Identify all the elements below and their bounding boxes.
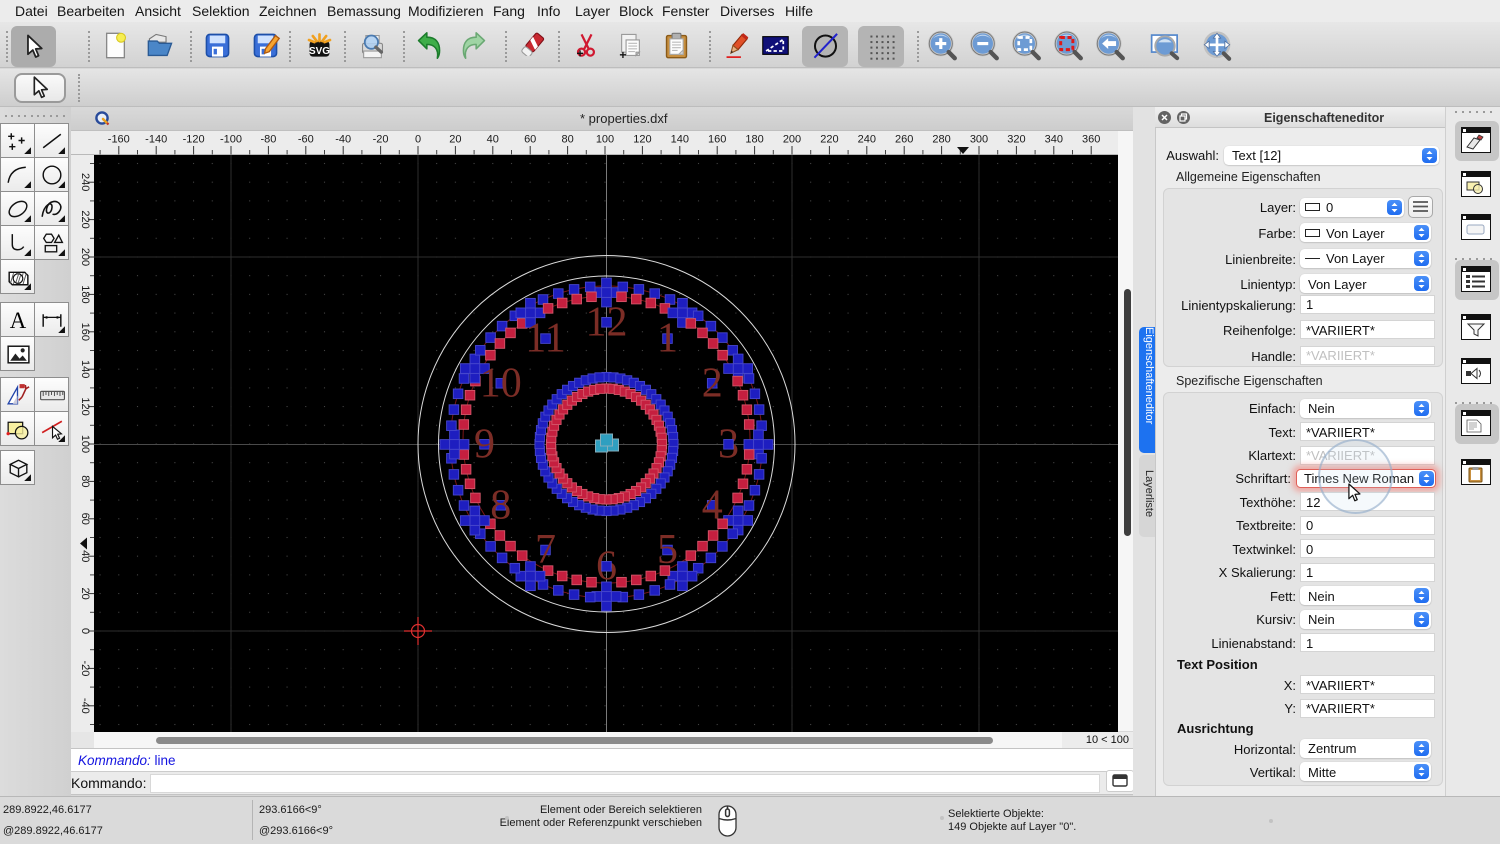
svg-text:7: 7 — [535, 527, 556, 573]
svg-text:180: 180 — [79, 285, 91, 303]
svg-text:20: 20 — [79, 587, 91, 599]
svg-text:9: 9 — [474, 421, 495, 467]
svg-text:140: 140 — [671, 134, 689, 146]
svg-text:120: 120 — [79, 397, 91, 415]
svg-text:40: 40 — [79, 550, 91, 562]
svg-text:60: 60 — [79, 512, 91, 524]
svg-text:-140: -140 — [145, 134, 167, 146]
svg-text:+: + — [619, 48, 626, 61]
svg-text:360: 360 — [1082, 134, 1100, 146]
svg-text:320: 320 — [1007, 134, 1025, 146]
svg-text:-20: -20 — [373, 134, 389, 146]
svg-text:20: 20 — [449, 134, 461, 146]
svg-text:1: 1 — [657, 315, 678, 361]
svg-text:-160: -160 — [108, 134, 130, 146]
svg-text:140: 140 — [79, 360, 91, 378]
svg-text:120: 120 — [633, 134, 651, 146]
svg-text:4: 4 — [702, 482, 723, 528]
svg-text:100: 100 — [79, 434, 91, 452]
svg-text:220: 220 — [820, 134, 838, 146]
svg-text:-20: -20 — [79, 660, 91, 676]
svg-text:SVG: SVG — [309, 46, 330, 57]
svg-text:260: 260 — [895, 134, 913, 146]
svg-text:-40: -40 — [335, 134, 351, 146]
svg-text:80: 80 — [79, 475, 91, 487]
svg-text:10: 10 — [480, 360, 522, 406]
svg-text:240: 240 — [79, 173, 91, 191]
svg-text:5: 5 — [657, 527, 678, 573]
svg-text:A: A — [10, 307, 27, 332]
svg-text:340: 340 — [1045, 134, 1063, 146]
svg-text:240: 240 — [858, 134, 876, 146]
svg-text:160: 160 — [79, 322, 91, 340]
svg-text:100: 100 — [596, 134, 614, 146]
svg-text:8: 8 — [490, 482, 511, 528]
svg-text:80: 80 — [561, 134, 573, 146]
svg-text:0: 0 — [415, 134, 421, 146]
svg-text:40: 40 — [487, 134, 499, 146]
svg-text:11: 11 — [525, 315, 565, 361]
svg-text:-40: -40 — [79, 697, 91, 713]
svg-text:200: 200 — [79, 247, 91, 265]
svg-text:-100: -100 — [220, 134, 242, 146]
svg-text:-60: -60 — [298, 134, 314, 146]
svg-text:-120: -120 — [183, 134, 205, 146]
svg-text:180: 180 — [745, 134, 763, 146]
svg-text:200: 200 — [783, 134, 801, 146]
svg-text:160: 160 — [708, 134, 726, 146]
svg-text:+: + — [577, 47, 584, 61]
svg-text:12: 12 — [586, 299, 628, 345]
svg-text:2: 2 — [702, 360, 723, 406]
svg-text:300: 300 — [970, 134, 988, 146]
svg-text:0: 0 — [79, 627, 91, 633]
svg-text:60: 60 — [524, 134, 536, 146]
svg-text:280: 280 — [932, 134, 950, 146]
svg-text:-80: -80 — [260, 134, 276, 146]
svg-text:220: 220 — [79, 210, 91, 228]
